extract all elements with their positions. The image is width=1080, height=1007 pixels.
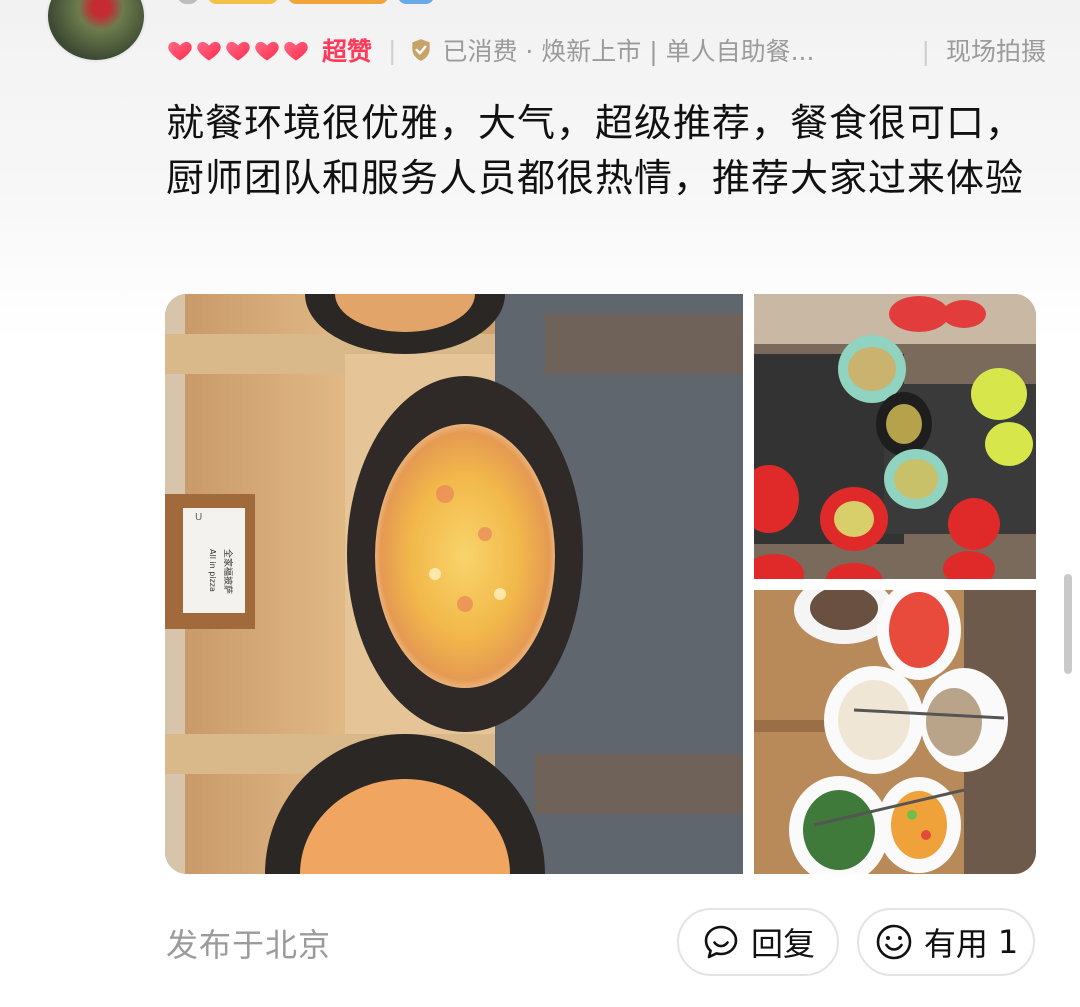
scrollbar-thumb[interactable] xyxy=(1064,574,1072,674)
review-meta-row: 超赞 | 已消费 · 焕新上市 | 单人自助餐... | 现场拍摄 xyxy=(166,28,1046,72)
heart-icon xyxy=(284,41,308,61)
useful-label: 有用 xyxy=(923,925,988,963)
verified-badge xyxy=(398,0,434,4)
useful-count: 1 xyxy=(997,923,1019,961)
photo-tag: 现场拍摄 xyxy=(945,37,1046,66)
useful-button[interactable]: 有用 1 xyxy=(857,908,1035,976)
photo-sign-brand: U xyxy=(195,512,202,523)
divider: | xyxy=(388,35,397,65)
verified-shield-icon xyxy=(412,39,431,61)
review-photo-salad-bar[interactable] xyxy=(754,294,1036,579)
heart-icon xyxy=(197,41,221,61)
rating-label: 超赞 xyxy=(322,37,373,66)
heart-icon xyxy=(226,41,250,61)
photo-tag-group: | 现场拍摄 xyxy=(922,32,1046,68)
reply-label: 回复 xyxy=(750,925,815,963)
heart-icon xyxy=(168,41,192,61)
post-location: 发布于北京 xyxy=(166,926,332,964)
heart-icon xyxy=(255,41,279,61)
user-badges xyxy=(178,0,434,6)
photo-sign-line2: All in pizza xyxy=(208,549,217,592)
member-badge xyxy=(208,0,278,4)
rating-hearts xyxy=(166,36,310,64)
photo-sign-line1: 全家福披萨 xyxy=(222,549,234,594)
consumption-info[interactable]: 已消费 · 焕新上市 | 单人自助餐... xyxy=(442,32,814,68)
comment-icon xyxy=(704,925,738,959)
smile-icon xyxy=(876,924,912,960)
review-photo-pizza[interactable]: 全家福披萨 All in pizza U xyxy=(165,294,743,874)
level-badge xyxy=(178,0,198,4)
divider: | xyxy=(921,37,930,66)
vip-badge xyxy=(288,0,388,4)
reply-button[interactable]: 回复 xyxy=(677,908,839,976)
review-text: 就餐环境很优雅，大气，超级推荐，餐食很可口，厨师团队和服务人员都很热情，推荐大家… xyxy=(166,101,1025,200)
review-photo-dishes[interactable] xyxy=(754,590,1036,874)
